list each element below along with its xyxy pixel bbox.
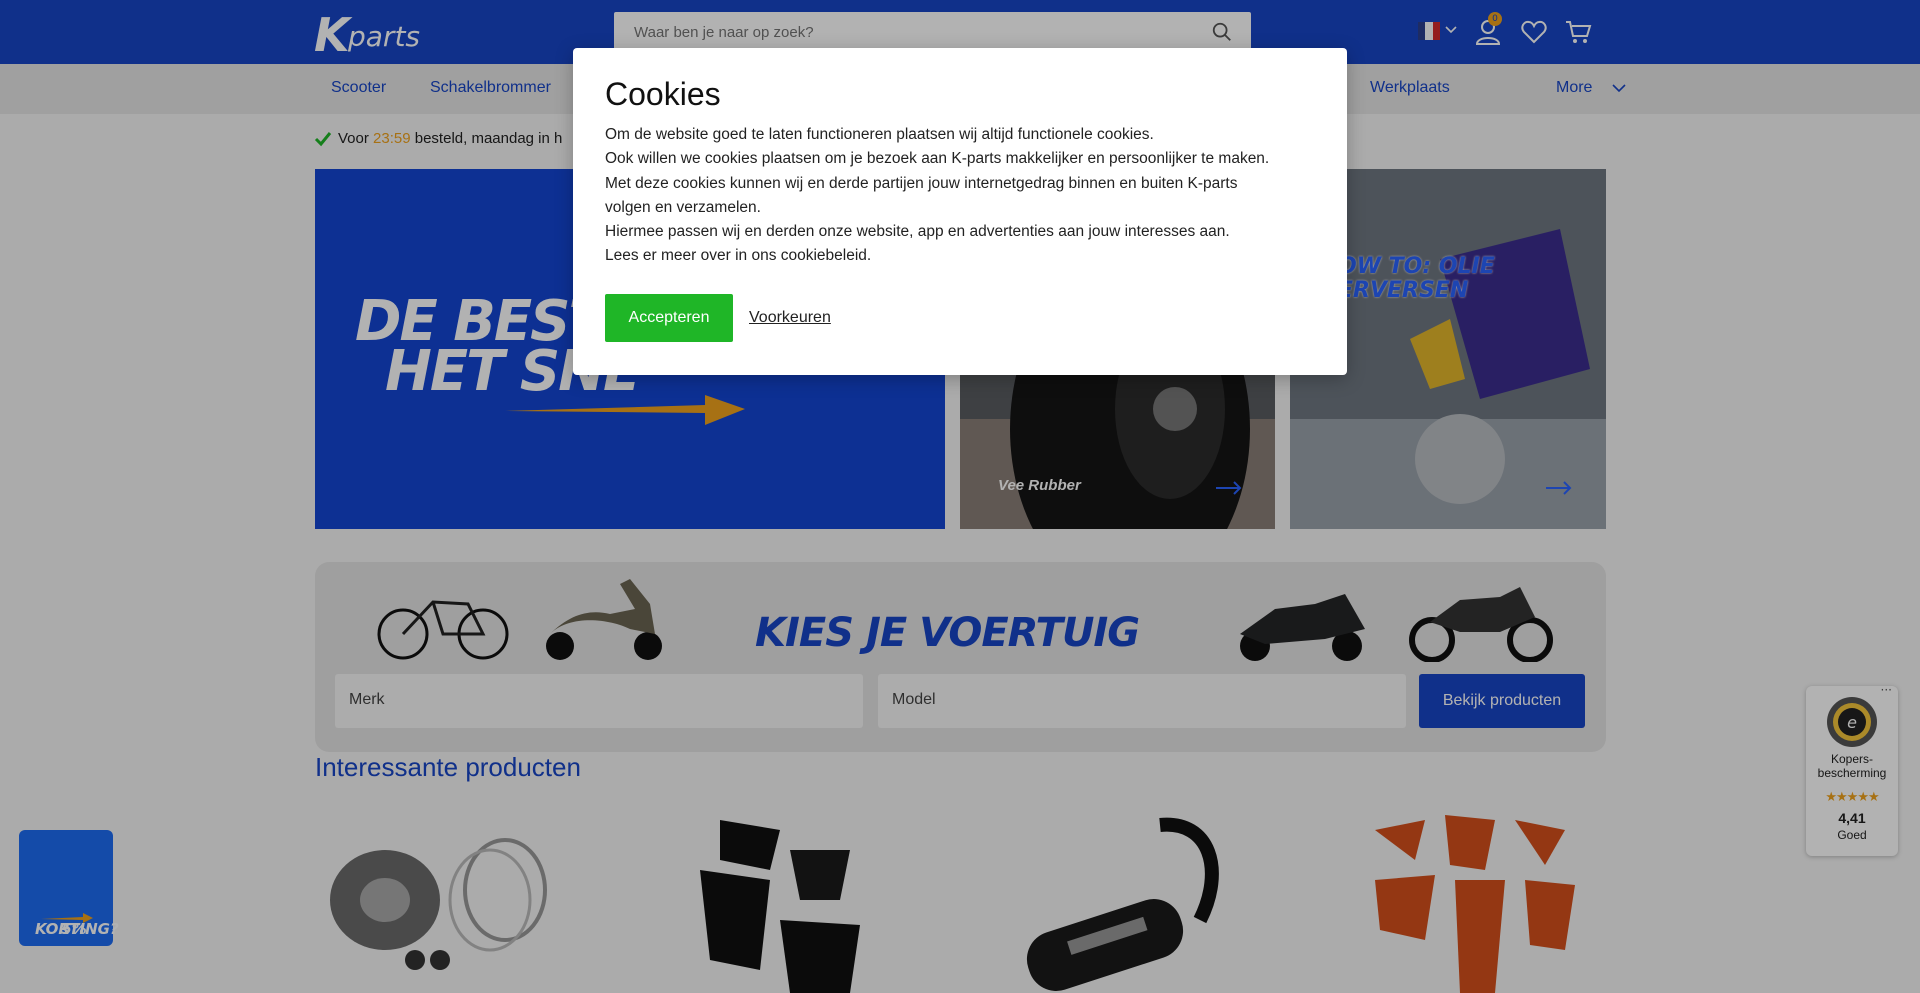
cookie-dialog-body: Om de website goed te laten functioneren… xyxy=(605,123,1325,269)
cookie-preferences-link[interactable]: Voorkeuren xyxy=(749,309,831,327)
cookie-text-line: Om de website goed te laten functioneren… xyxy=(605,126,1154,143)
cookie-dialog-title: Cookies xyxy=(605,76,721,112)
cookie-text-line: Ook willen we cookies plaatsen om je bez… xyxy=(605,150,1270,168)
cookie-policy-line[interactable]: Lees er meer over in ons cookiebeleid. xyxy=(605,244,1325,268)
cookie-consent-dialog: Cookies Om de website goed te laten func… xyxy=(573,48,1347,375)
cookie-text-line: volgen en verzamelen. xyxy=(605,198,761,216)
accept-cookies-button[interactable]: Accepteren xyxy=(605,294,733,342)
cookie-text-line: Hiermee passen wij en derden onze websit… xyxy=(605,223,1230,241)
cookie-text-line: Met deze cookies kunnen wij en derde par… xyxy=(605,174,1238,192)
